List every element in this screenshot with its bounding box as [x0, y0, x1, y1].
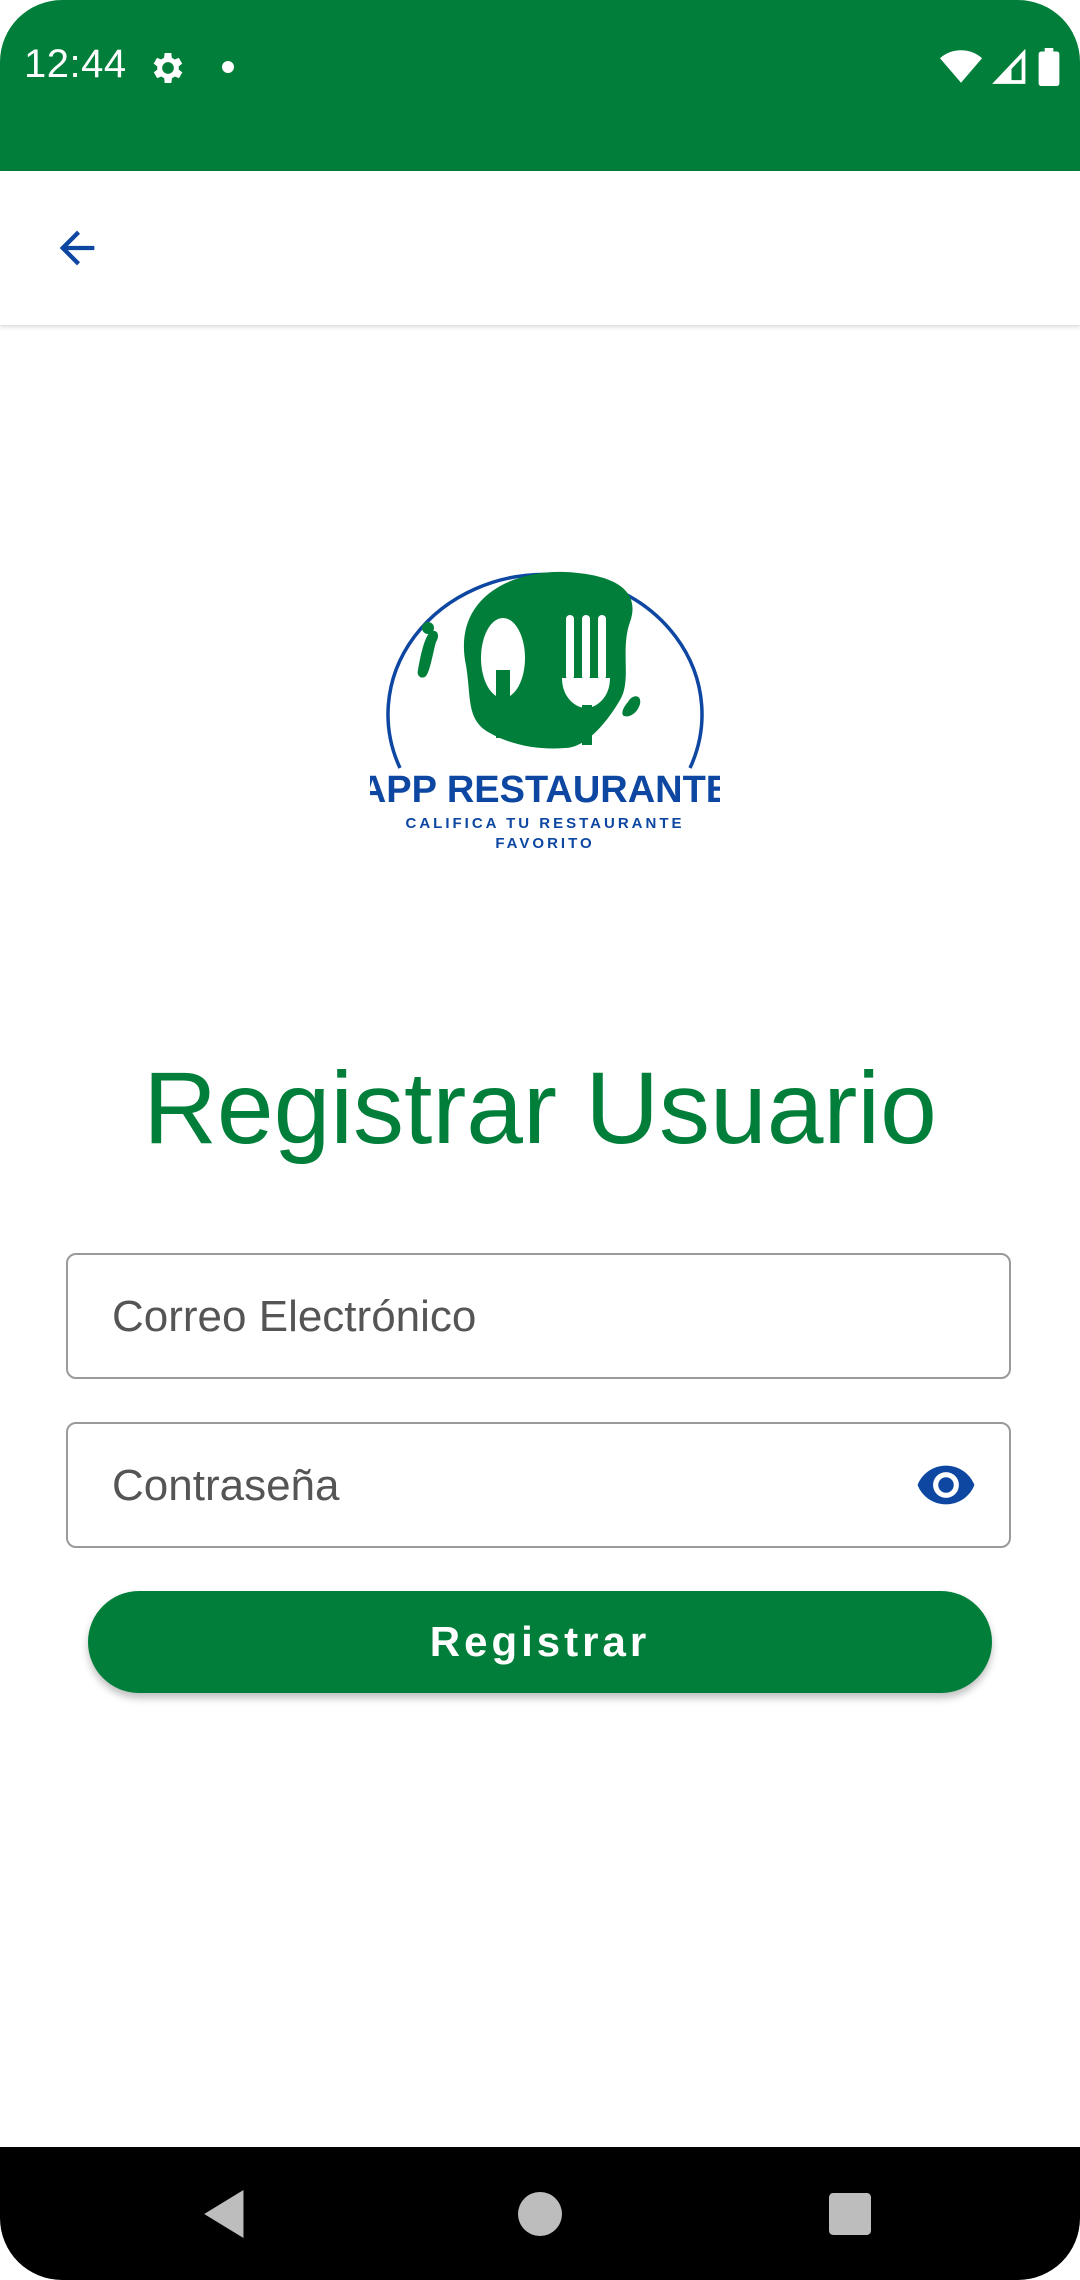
password-input[interactable] — [110, 1424, 894, 1547]
nav-recents-button[interactable] — [790, 2147, 910, 2280]
back-button[interactable] — [40, 211, 114, 285]
nav-home-button[interactable] — [480, 2147, 600, 2280]
spoon-fork-icon — [417, 571, 641, 749]
wifi-icon — [940, 50, 982, 83]
battery-icon — [1038, 48, 1060, 86]
logo-tagline-2: FAVORITO — [495, 835, 594, 852]
status-icons — [940, 48, 1060, 86]
app-bar — [0, 171, 1080, 325]
signal-icon — [992, 49, 1026, 84]
back-triangle-icon — [204, 2189, 244, 2238]
arrow-back-icon — [59, 230, 95, 266]
home-circle-icon — [518, 2191, 562, 2236]
page-title: Registrar Usuario — [143, 1051, 937, 1165]
logo-tagline-1: CALIFICA TU RESTAURANTE — [406, 815, 685, 832]
notification-dot — [222, 61, 234, 73]
settings-icon — [153, 53, 183, 83]
logo-brand: APP RESTAURANTE — [370, 769, 720, 811]
email-field[interactable] — [66, 1253, 1011, 1379]
register-button[interactable]: Registrar — [88, 1591, 992, 1693]
restaurant-logo: APP RESTAURANTE CALIFICA TU RESTAURANTE … — [359, 571, 731, 852]
toggle-password-visibility-button[interactable] — [913, 1452, 979, 1518]
nav-back-button[interactable] — [166, 2147, 286, 2280]
password-field[interactable] — [66, 1422, 1011, 1548]
status-bar: 12:44 — [0, 0, 1080, 171]
email-input[interactable] — [110, 1255, 894, 1378]
navigation-bar — [0, 2147, 1080, 2280]
app-logo: APP RESTAURANTE CALIFICA TU RESTAURANTE … — [359, 510, 731, 860]
status-time: 12:44 — [24, 42, 127, 86]
eye-icon — [917, 1465, 975, 1505]
recents-square-icon — [829, 2192, 871, 2235]
